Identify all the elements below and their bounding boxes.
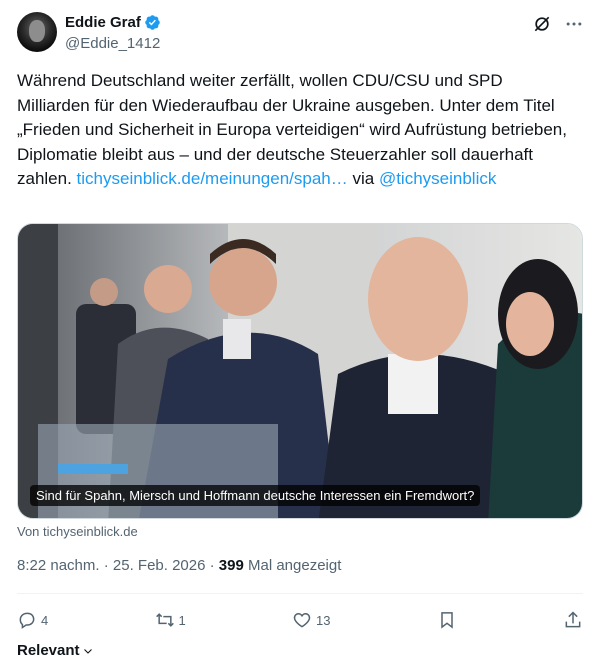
share-icon <box>565 611 581 628</box>
sort-dropdown[interactable]: Relevant <box>17 642 94 659</box>
share-button[interactable] <box>563 610 583 630</box>
repost-icon <box>155 613 174 627</box>
verified-badge-icon <box>145 15 160 30</box>
avatar[interactable] <box>17 12 57 52</box>
bookmark-icon <box>440 612 453 629</box>
tweet-header: Eddie Graf @Eddie_1412 <box>17 12 584 56</box>
divider <box>17 593 583 594</box>
views-label: Mal angezeigt <box>243 557 342 574</box>
header-icons <box>532 14 584 34</box>
tweet-meta: 8:22 nachm. · 25. Feb. 2026 · 399 Mal an… <box>17 557 341 574</box>
like-count: 13 <box>316 612 331 628</box>
grok-icon[interactable] <box>532 14 552 34</box>
article-link[interactable]: tichyseinblick.de/meinungen/spah… <box>77 169 348 188</box>
reply-icon <box>19 612 35 629</box>
mention-link[interactable]: @tichyseinblick <box>379 169 496 188</box>
view-count: 399 <box>218 557 244 574</box>
sort-label: Relevant <box>17 642 80 659</box>
press-conference-photo <box>18 224 582 518</box>
reply-button[interactable]: 4 <box>17 610 48 630</box>
link-card-image[interactable]: Sind für Spahn, Miersch und Hoffmann deu… <box>17 223 583 519</box>
author-name[interactable]: Eddie Graf <box>65 14 141 31</box>
chevron-down-icon <box>83 648 92 654</box>
reply-count: 4 <box>41 612 49 628</box>
tweet-text: Während Deutschland weiter zerfällt, wol… <box>17 69 577 192</box>
repost-button[interactable]: 1 <box>155 610 186 630</box>
card-source[interactable]: Von tichyseinblick.de <box>17 524 138 539</box>
action-bar: 4 1 13 <box>17 606 583 634</box>
via-text: via <box>347 169 379 188</box>
more-options-icon[interactable] <box>564 14 584 34</box>
like-button[interactable]: 13 <box>292 610 330 630</box>
author-name-row[interactable]: Eddie Graf <box>65 14 161 31</box>
author-handle[interactable]: @Eddie_1412 <box>65 35 160 52</box>
heart-icon <box>293 612 311 628</box>
repost-count: 1 <box>178 612 186 628</box>
bookmark-button[interactable] <box>437 610 457 630</box>
card-caption: Sind für Spahn, Miersch und Hoffmann deu… <box>30 485 481 506</box>
timestamp[interactable]: 8:22 nachm. · 25. Feb. 2026 · <box>17 557 219 574</box>
